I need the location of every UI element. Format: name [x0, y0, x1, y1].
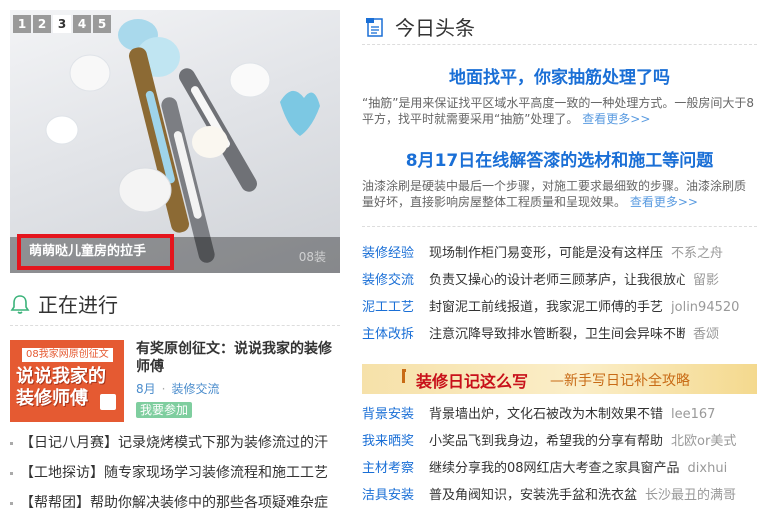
list-item-title[interactable]: 背景墙出炉，文化石被改为木制效果不错: [429, 404, 663, 431]
list-item[interactable]: 【帮帮团】帮助你解决装修中的那些各项疑难杂症: [10, 492, 340, 522]
list-item[interactable]: 【日记八月赛】记录烧烤模式下那为装修流过的汗: [10, 432, 340, 462]
diary-guide-banner[interactable]: 装修日记这么写 —新手写日记补全攻略: [362, 364, 757, 394]
headline-2-more-link[interactable]: 查看更多>>: [630, 195, 698, 209]
list-item-category[interactable]: 装修经验: [362, 243, 429, 270]
activity-meta: 8月 · 装修交流: [136, 382, 220, 396]
list-item-user[interactable]: dixhui: [688, 458, 728, 485]
activity-title[interactable]: 有奖原创征文：说说我家的装修师傅: [136, 340, 340, 376]
activity-month: 8月: [136, 382, 156, 396]
list-item-title[interactable]: 普及角阀知识，安装洗手盆和洗衣盆: [429, 485, 637, 512]
headline-1[interactable]: 地面找平，你家抽筋处理了吗: [362, 63, 757, 88]
activity-card: 08我家网原创征文 说说我家的装修师傅 有奖原创征文：说说我家的装修师傅 8月 ·…: [10, 340, 340, 422]
list-item[interactable]: 装修经验 现场制作柜门易变形，可能是没有这样压 不系之舟: [362, 243, 757, 270]
headline-2[interactable]: 8月17日在线解答漆的选材和施工等问题: [362, 146, 757, 171]
gift-icon: [100, 394, 116, 410]
news-title: 今日头条: [395, 16, 475, 40]
banner-title: 装修日记这么写: [416, 372, 529, 391]
list-item-category[interactable]: 装修交流: [362, 270, 429, 297]
slide-dot-1[interactable]: 1: [13, 15, 31, 33]
bell-icon: [10, 294, 30, 314]
slide-dot-4[interactable]: 4: [73, 15, 91, 33]
list-item-category[interactable]: 背景安装: [362, 404, 429, 431]
list-item[interactable]: 泥工工艺 封窗泥工前线报道，我家泥工师傅的手艺 jolin94520: [362, 297, 757, 324]
list-item-user[interactable]: 长沙最丑的满哥: [645, 485, 736, 512]
list-item[interactable]: 我来晒奖 小奖品飞到我身边，希望我的分享有帮助 北欧or美式: [362, 431, 757, 458]
list-item-category[interactable]: 我来晒奖: [362, 431, 429, 458]
activity-image[interactable]: 08我家网原创征文 说说我家的装修师傅: [10, 340, 124, 422]
newspaper-icon: [366, 17, 383, 37]
list-item[interactable]: 背景安装 背景墙出炉，文化石被改为木制效果不错 lee167: [362, 404, 757, 431]
slide-dot-3[interactable]: 3: [53, 15, 71, 33]
list-item-user[interactable]: jolin94520: [671, 297, 739, 324]
watermark: 08装: [298, 250, 326, 264]
headline-1-desc: “抽筋”是用来保证找平区域水平高度一致的一种处理方式。一般房间大于8平方，找平时…: [362, 95, 757, 127]
list-item-category[interactable]: 主体改拆: [362, 324, 429, 351]
ongoing-list: 【日记八月赛】记录烧烤模式下那为装修流过的汗 【工地探访】随专家现场学习装修流程…: [10, 432, 340, 522]
image-slider[interactable]: 1 2 3 4 5 萌萌哒儿童房的拉手 08装: [10, 10, 340, 273]
list-item[interactable]: 主体改拆 注意沉降导致排水管断裂，卫生间会异味不断 香颂: [362, 324, 757, 351]
headline-1-more-link[interactable]: 查看更多>>: [582, 112, 650, 126]
list-item[interactable]: 洁具安装 普及角阀知识，安装洗手盆和洗衣盆 长沙最丑的满哥: [362, 485, 757, 512]
list-item-category[interactable]: 泥工工艺: [362, 297, 429, 324]
banner-subtitle: —新手写日记补全攻略: [550, 373, 690, 389]
join-button[interactable]: 我要参加: [136, 402, 193, 418]
list-item-category[interactable]: 主材考察: [362, 458, 429, 485]
list-item[interactable]: 装修交流 负责又操心的设计老师三顾茅庐，让我很放心 留影: [362, 270, 757, 297]
activity-image-tag: 08我家网原创征文: [22, 348, 113, 362]
list-item-user[interactable]: 北欧or美式: [671, 431, 736, 458]
list-item-title[interactable]: 注意沉降导致排水管断裂，卫生间会异味不断: [429, 324, 685, 351]
news-list-1: 装修经验 现场制作柜门易变形，可能是没有这样压 不系之舟 装修交流 负责又操心的设计老…: [362, 243, 757, 351]
bracket-decoration: [402, 369, 406, 383]
activity-image-text: 说说我家的装修师傅: [16, 366, 106, 409]
slide-dot-2[interactable]: 2: [33, 15, 51, 33]
list-item-user[interactable]: 不系之舟: [671, 243, 723, 270]
activity-category[interactable]: 装修交流: [171, 382, 219, 396]
news-header: 今日头条: [365, 12, 475, 41]
list-item-title[interactable]: 封窗泥工前线报道，我家泥工师傅的手艺: [429, 297, 663, 324]
slide-pagination: 1 2 3 4 5: [13, 15, 113, 33]
divider: [362, 226, 757, 227]
divider: [362, 44, 757, 45]
list-item[interactable]: 【工地探访】随专家现场学习装修流程和施工工艺: [10, 462, 340, 492]
ongoing-header: 正在进行: [10, 289, 118, 318]
list-item-user[interactable]: 香颂: [693, 324, 719, 351]
list-item-category[interactable]: 洁具安装: [362, 485, 429, 512]
list-item-user[interactable]: lee167: [671, 404, 715, 431]
slide-caption[interactable]: 萌萌哒儿童房的拉手: [17, 234, 174, 270]
list-item-title[interactable]: 继续分享我的08网红店大考查之家具窗产品: [429, 458, 680, 485]
list-item-user[interactable]: 留影: [693, 270, 719, 297]
headline-1-text: “抽筋”是用来保证找平区域水平高度一致的一种处理方式。一般房间大于8平方，找平时…: [362, 96, 755, 126]
ongoing-title: 正在进行: [38, 293, 118, 317]
list-item-title[interactable]: 负责又操心的设计老师三顾茅庐，让我很放心: [429, 270, 685, 297]
list-item-title[interactable]: 小奖品飞到我身边，希望我的分享有帮助: [429, 431, 663, 458]
headline-2-desc: 油漆涂刷是硬装中最后一个步骤，对施工要求最细致的步骤。油漆涂刷质量好坏，直接影响…: [362, 178, 757, 210]
slide-dot-5[interactable]: 5: [93, 15, 111, 33]
divider: [10, 325, 340, 326]
list-item-title[interactable]: 现场制作柜门易变形，可能是没有这样压: [429, 243, 663, 270]
news-list-2: 背景安装 背景墙出炉，文化石被改为木制效果不错 lee167 我来晒奖 小奖品飞到我身…: [362, 404, 757, 512]
list-item[interactable]: 主材考察 继续分享我的08网红店大考查之家具窗产品 dixhui: [362, 458, 757, 485]
